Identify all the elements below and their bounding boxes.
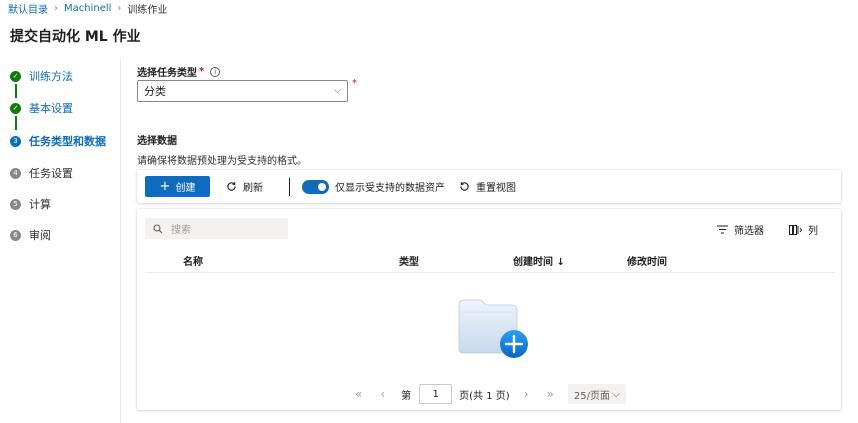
per-page-dropdown[interactable]: 25/页面 ⌵ [567,384,626,404]
breadcrumb-current: 训练作业 [127,4,168,16]
step-label: 审阅 [29,229,51,242]
plus-icon: + [159,179,171,194]
step-number: 6 [10,229,21,241]
column-header-modified[interactable]: 修改时间 [627,253,667,268]
refresh-label: 刷新 [243,183,263,194]
step-label: 任务设置 [29,167,73,180]
chevron-down-icon: ⌵ [334,86,341,96]
column-header-type[interactable]: 类型 [399,253,419,268]
last-page-icon[interactable]: » [547,387,554,401]
reset-icon [460,182,469,191]
search-input[interactable]: 搜索 [145,218,288,239]
step-connector [15,116,17,130]
check-icon: ✓ [10,102,21,114]
step-compute[interactable]: 5 计算 [10,196,51,212]
select-data-title: 选择数据 [137,136,177,147]
columns-icon [789,224,802,235]
task-type-value: 分类 [144,85,166,98]
first-page-icon[interactable]: « [355,387,362,401]
empty-folder-add-icon [458,299,528,358]
columns-label: 列 [808,226,818,237]
step-number: 4 [10,167,21,179]
search-placeholder: 搜索 [171,225,191,236]
chevron-right-icon: › [117,2,122,14]
pagination: « ‹ 第 1 页(共 1 页) › » 25/页面 ⌵ [355,384,626,404]
columns-button[interactable]: 列 [789,222,818,237]
per-page-value: 25/页面 [573,390,610,402]
breadcrumb: 默认目录 › Machinell › 训练作业 [8,1,168,16]
step-label: 计算 [29,198,51,211]
page-suffix: 页(共 1 页) [459,390,510,402]
wizard-steps: ✓ 训练方法 ✓ 基本设置 3 任务类型和数据 4 任务设置 5 计算 6 审阅 [0,58,121,423]
info-icon[interactable]: i [210,66,221,77]
check-icon: ✓ [10,70,21,82]
chevron-right-icon: › [54,2,58,14]
step-label: 基本设置 [29,102,73,115]
filter-label: 筛选器 [734,226,764,237]
step-task-settings[interactable]: 4 任务设置 [10,165,73,181]
step-number: 3 [10,135,21,147]
step-basic-settings[interactable]: ✓ 基本设置 [10,100,73,116]
filter-icon [717,225,728,234]
column-header-created[interactable]: 创建时间 ↓ [513,253,565,268]
step-label: 训练方法 [29,70,73,83]
page-title: 提交自动化 ML 作业 [10,29,141,45]
task-type-dropdown[interactable]: 分类 ⌵ [137,80,348,102]
supported-assets-label: 仅显示受支持的数据资产 [335,183,445,194]
refresh-button[interactable]: 刷新 [226,179,263,194]
task-type-label: 选择任务类型 * i [137,64,221,79]
step-label: 任务类型和数据 [29,135,106,148]
toolbar-divider [289,177,290,196]
required-mark: * [199,66,205,77]
reset-view-button[interactable]: 重置视图 [459,179,516,194]
task-type-label-text: 选择任务类型 [137,68,197,79]
step-task-type-and-data[interactable]: 3 任务类型和数据 [10,133,106,149]
data-toolbar: + 创建 刷新 仅显示受支持的数据资产 重置视图 [137,170,841,203]
create-button-label: 创建 [175,183,196,194]
filter-button[interactable]: 筛选器 [717,222,764,237]
step-number: 5 [10,198,21,210]
reset-view-label: 重置视图 [476,183,516,194]
prev-page-icon[interactable]: ‹ [380,387,385,401]
step-training-method[interactable]: ✓ 训练方法 [10,68,73,84]
search-icon [153,223,163,233]
data-grid: 搜索 筛选器 列 名称 类型 创建时间 ↓ 修改时间 « ‹ 第 1 页(共 1… [137,209,841,410]
step-connector [15,84,17,98]
refresh-icon [227,182,236,191]
required-mark: * [352,78,357,89]
create-button[interactable]: + 创建 [145,176,210,197]
next-page-icon[interactable]: › [524,387,529,401]
breadcrumb-default-directory[interactable]: 默认目录 [8,1,48,16]
page-number-input[interactable]: 1 [419,384,453,404]
page-prefix: 第 [401,390,412,402]
column-header-name[interactable]: 名称 [183,253,203,268]
select-data-description: 请确保将数据预处理为受支持的格式。 [137,156,307,167]
supported-assets-toggle[interactable] [302,179,329,194]
step-review[interactable]: 6 审阅 [10,227,51,243]
breadcrumb-workspace[interactable]: Machinell [64,3,111,14]
grid-header-row: 名称 类型 创建时间 ↓ 修改时间 [145,247,835,273]
chevron-down-icon: ⌵ [612,388,620,400]
